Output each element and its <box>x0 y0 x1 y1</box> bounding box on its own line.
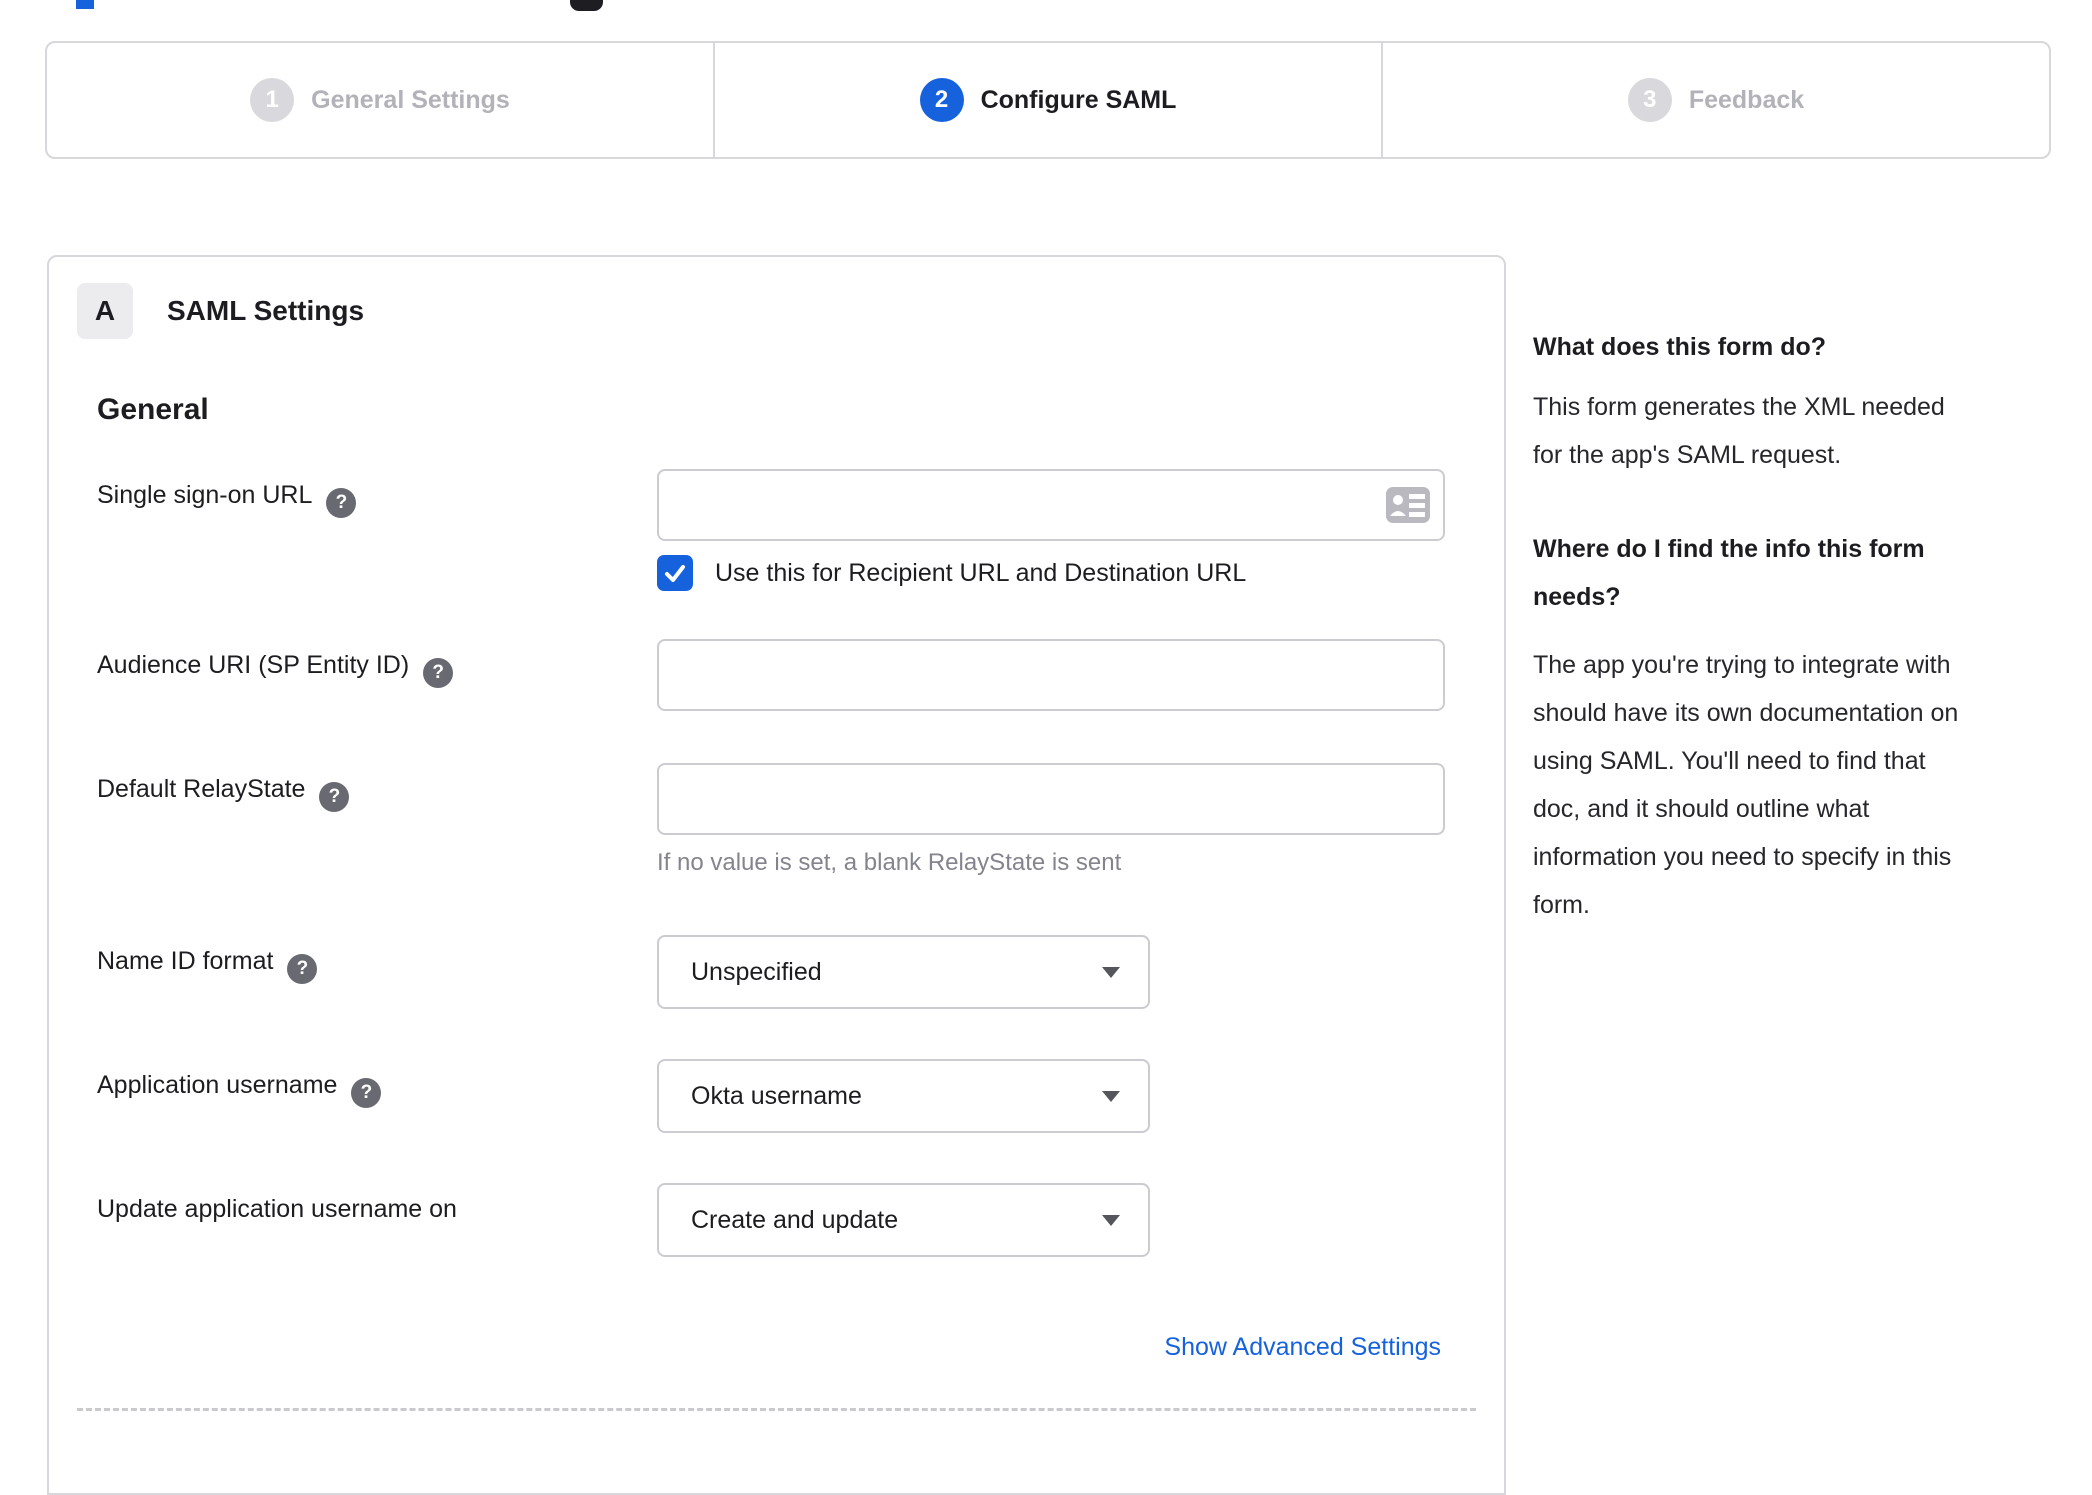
sidebar-paragraph-line: The app you're trying to integrate with <box>1533 651 1951 679</box>
general-section-heading: General <box>97 393 209 426</box>
step-label: General Settings <box>311 85 510 114</box>
field-row-update-username: Update application username on Create an… <box>97 1183 1504 1257</box>
step-feedback[interactable]: 3 Feedback <box>1381 43 2049 157</box>
saml-settings-panel: A SAML Settings General Single sign-on U… <box>47 255 1506 1495</box>
relaystate-input[interactable] <box>657 763 1445 835</box>
field-label: Audience URI (SP Entity ID)? <box>97 639 657 711</box>
application-username-select[interactable]: Okta username <box>657 1059 1150 1133</box>
field-label: Default RelayState? <box>97 763 657 877</box>
audience-uri-input[interactable] <box>657 639 1445 711</box>
help-sidebar: What does this form do? This form genera… <box>1533 331 2043 929</box>
clipped-accent-mark <box>76 0 94 9</box>
help-icon[interactable]: ? <box>287 954 318 984</box>
help-icon[interactable]: ? <box>423 658 454 688</box>
field-label: Application username? <box>97 1059 657 1133</box>
select-value: Create and update <box>691 1205 899 1234</box>
sidebar-paragraph-line: using SAML. You'll need to find that <box>1533 747 1926 775</box>
chevron-down-icon <box>1102 1090 1120 1102</box>
sidebar-paragraph-line: information you need to specify in this <box>1533 843 1952 871</box>
sidebar-paragraph-line: should have its own documentation on <box>1533 699 1959 727</box>
chevron-down-icon <box>1102 966 1120 978</box>
field-row-sso: Single sign-on URL? Use this for Recipie… <box>97 469 1504 591</box>
sidebar-heading-2-line-2: needs? <box>1533 583 1621 611</box>
field-control: Use this for Recipient URL and Destinati… <box>657 469 1445 591</box>
step-configure-saml[interactable]: 2 Configure SAML <box>713 43 1381 157</box>
field-label-text: Application username <box>97 1071 338 1099</box>
update-username-select[interactable]: Create and update <box>657 1183 1150 1257</box>
wizard-step-bar: 1 General Settings 2 Configure SAML 3 Fe… <box>45 41 2051 159</box>
sidebar-paragraph-line: This form generates the XML needed <box>1533 393 1945 421</box>
field-row-relaystate: Default RelayState? If no value is set, … <box>97 763 1504 877</box>
field-label: Update application username on <box>97 1183 657 1257</box>
checkbox-label: Use this for Recipient URL and Destinati… <box>715 558 1247 587</box>
step-label: Configure SAML <box>980 85 1177 114</box>
section-dashed-divider <box>77 1408 1476 1411</box>
field-label-text: Name ID format <box>97 947 274 975</box>
panel-header: A SAML Settings <box>49 257 1504 339</box>
panel-title: SAML Settings <box>167 295 365 326</box>
select-value: Okta username <box>691 1081 862 1110</box>
field-label-text: Default RelayState <box>97 775 306 803</box>
field-control: If no value is set, a blank RelayState i… <box>657 763 1445 877</box>
sidebar-paragraph-line: doc, and it should outline what <box>1533 795 1870 823</box>
chevron-down-icon <box>1102 1214 1120 1226</box>
contact-card-icon[interactable] <box>1385 483 1431 527</box>
select-value: Unspecified <box>691 957 822 986</box>
checkmark-icon <box>665 565 685 582</box>
sso-url-input[interactable] <box>657 469 1445 541</box>
help-icon[interactable]: ? <box>351 1078 382 1108</box>
relaystate-hint: If no value is set, a blank RelayState i… <box>657 849 1122 876</box>
field-label: Name ID format? <box>97 935 657 1009</box>
sidebar-heading-1: What does this form do? <box>1533 333 1827 361</box>
field-label-text: Audience URI (SP Entity ID) <box>97 651 410 679</box>
field-row-audience: Audience URI (SP Entity ID)? <box>97 639 1504 711</box>
clipped-logo-shape <box>570 0 603 11</box>
recipient-url-checkbox[interactable] <box>657 555 693 591</box>
sidebar-paragraph-line: form. <box>1533 891 1590 919</box>
step-label: Feedback <box>1688 85 1805 114</box>
field-label-text: Single sign-on URL <box>97 481 313 509</box>
sidebar-heading-2: Where do I find the info this form <box>1533 535 1925 563</box>
section-a-badge: A <box>77 283 133 339</box>
help-icon[interactable]: ? <box>326 488 357 518</box>
step-number-badge: 2 <box>919 78 964 122</box>
help-icon[interactable]: ? <box>319 782 350 812</box>
step-number-badge: 3 <box>1627 78 1672 122</box>
sidebar-paragraph-line: for the app's SAML request. <box>1533 441 1842 469</box>
show-advanced-settings-link[interactable]: Show Advanced Settings <box>1164 1333 1441 1361</box>
recipient-url-option: Use this for Recipient URL and Destinati… <box>657 555 1445 591</box>
field-label: Single sign-on URL? <box>97 469 657 591</box>
nameid-format-select[interactable]: Unspecified <box>657 935 1150 1009</box>
advanced-settings-row: Show Advanced Settings <box>97 1333 1441 1362</box>
step-general-settings[interactable]: 1 General Settings <box>47 43 713 157</box>
field-label-text: Update application username on <box>97 1195 457 1223</box>
step-number-badge: 1 <box>250 78 295 122</box>
field-row-nameid: Name ID format? Unspecified <box>97 935 1504 1009</box>
field-control <box>657 639 1445 711</box>
field-row-app-username: Application username? Okta username <box>97 1059 1504 1133</box>
